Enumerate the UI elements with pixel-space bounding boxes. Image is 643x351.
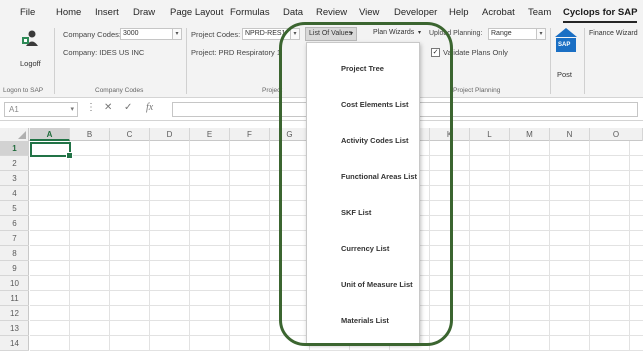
column-header-l[interactable]: L bbox=[470, 128, 510, 141]
active-cell-a1[interactable] bbox=[30, 142, 73, 159]
column-header-a[interactable]: A bbox=[30, 128, 70, 141]
menu-item-functional-areas-list[interactable]: Functional Areas List bbox=[307, 159, 419, 195]
row-header-13[interactable]: 13 bbox=[0, 321, 29, 336]
company-codes-select[interactable]: 3000 ▾ bbox=[120, 28, 182, 40]
row-header-5[interactable]: 5 bbox=[0, 201, 29, 216]
company-name-text: Company: IDES US INC bbox=[63, 48, 145, 57]
validate-plans-checkbox[interactable]: ✓ bbox=[431, 48, 440, 57]
row-header-11[interactable]: 11 bbox=[0, 291, 29, 306]
project-codes-select[interactable]: NPRD-RES1 ▾ bbox=[242, 28, 300, 40]
project-group-label: Project bbox=[262, 87, 283, 94]
project-name-text: Project: PRD Respiratory 1 bbox=[191, 48, 282, 57]
company-codes-value: 3000 bbox=[123, 30, 139, 37]
tab-page-layout[interactable]: Page Layout bbox=[170, 7, 223, 18]
sap-post-icon bbox=[555, 28, 577, 52]
tab-cyclops-for-sap[interactable]: Cyclops for SAP bbox=[563, 7, 638, 23]
row-header-6[interactable]: 6 bbox=[0, 216, 29, 231]
group-divider bbox=[584, 28, 585, 94]
name-box-value: A1 bbox=[9, 105, 19, 114]
company-group-label: Company Codes bbox=[95, 87, 144, 94]
list-of-values-menu: Project Tree Cost Elements List Activity… bbox=[306, 42, 420, 344]
upload-planning-label: Upload Planning: bbox=[429, 30, 483, 37]
list-of-values-button[interactable]: List Of Values ▾ bbox=[305, 27, 357, 41]
row-header-9[interactable]: 9 bbox=[0, 261, 29, 276]
column-header-m[interactable]: M bbox=[510, 128, 550, 141]
company-codes-label: Company Codes: bbox=[63, 30, 121, 39]
menu-item-project-tree[interactable]: Project Tree bbox=[307, 51, 419, 87]
row-header-4[interactable]: 4 bbox=[0, 186, 29, 201]
logon-group-label: Logon to SAP bbox=[3, 87, 44, 94]
menu-item-unit-of-measure-list[interactable]: Unit of Measure List bbox=[307, 267, 419, 303]
row-header-2[interactable]: 2 bbox=[0, 156, 29, 171]
row-header-12[interactable]: 12 bbox=[0, 306, 29, 321]
menu-item-cost-elements-list[interactable]: Cost Elements List bbox=[307, 87, 419, 123]
tab-help[interactable]: Help bbox=[449, 7, 469, 18]
plan-wizards-button[interactable]: Plan Wizards ▾ bbox=[370, 27, 426, 41]
tab-insert[interactable]: Insert bbox=[95, 7, 119, 18]
ribbon-tab-bar: File Home Insert Draw Page Layout Formul… bbox=[0, 0, 643, 24]
column-header-d[interactable]: D bbox=[150, 128, 190, 141]
column-header-o[interactable]: O bbox=[590, 128, 643, 141]
cancel-icon[interactable]: ✕ bbox=[104, 102, 112, 113]
row-header-14[interactable]: 14 bbox=[0, 336, 29, 351]
more-icon: ⋮ bbox=[86, 102, 96, 113]
column-header-e[interactable]: E bbox=[190, 128, 230, 141]
post-button[interactable]: SAP Post bbox=[554, 28, 578, 79]
tab-review[interactable]: Review bbox=[316, 7, 347, 18]
upload-planning-select[interactable]: Range ▾ bbox=[488, 28, 546, 40]
project-codes-value: NPRD-RES1 bbox=[245, 30, 286, 37]
enter-check-icon[interactable]: ✓ bbox=[124, 102, 132, 113]
menu-item-skf-list[interactable]: SKF List bbox=[307, 195, 419, 231]
menu-item-activity-codes-list[interactable]: Activity Codes List bbox=[307, 123, 419, 159]
logoff-button[interactable]: Logoff bbox=[12, 28, 46, 72]
tab-team[interactable]: Team bbox=[528, 7, 551, 18]
chevron-down-icon: ▾ bbox=[290, 29, 299, 39]
row-header-10[interactable]: 10 bbox=[0, 276, 29, 291]
post-label: Post bbox=[557, 70, 573, 79]
column-header-k[interactable]: K bbox=[430, 128, 470, 141]
row-header-7[interactable]: 7 bbox=[0, 231, 29, 246]
chevron-down-icon: ▾ bbox=[70, 106, 74, 113]
column-header-g[interactable]: G bbox=[270, 128, 310, 141]
group-divider bbox=[54, 28, 55, 94]
chevron-down-icon: ▾ bbox=[350, 31, 354, 37]
name-box[interactable]: A1 ▾ bbox=[4, 102, 78, 117]
finance-wizard-button[interactable]: Finance Wizard bbox=[589, 30, 638, 37]
chevron-down-icon: ▾ bbox=[172, 29, 181, 39]
logoff-label: Logoff bbox=[20, 59, 41, 68]
validate-plans-label: Validate Plans Only bbox=[443, 48, 508, 57]
select-all-corner[interactable] bbox=[0, 128, 29, 141]
row-header-3[interactable]: 3 bbox=[0, 171, 29, 186]
sap-logo-text: SAP bbox=[558, 42, 571, 48]
column-header-n[interactable]: N bbox=[550, 128, 590, 141]
column-header-f[interactable]: F bbox=[230, 128, 270, 141]
plan-wizards-label: Plan Wizards bbox=[373, 29, 415, 36]
insert-function-icon[interactable]: fx bbox=[146, 102, 153, 113]
column-header-c[interactable]: C bbox=[110, 128, 150, 141]
chevron-down-icon: ▾ bbox=[536, 29, 545, 39]
tab-file[interactable]: File bbox=[20, 7, 35, 18]
tab-acrobat[interactable]: Acrobat bbox=[482, 7, 515, 18]
tab-home[interactable]: Home bbox=[56, 7, 81, 18]
tab-draw[interactable]: Draw bbox=[133, 7, 155, 18]
project-codes-label: Project Codes: bbox=[191, 30, 241, 39]
tab-formulas[interactable]: Formulas bbox=[230, 7, 270, 18]
row-header-bar: 1 2 3 4 5 6 7 8 9 10 11 12 13 14 bbox=[0, 141, 29, 351]
menu-item-currency-list[interactable]: Currency List bbox=[307, 231, 419, 267]
chevron-down-icon: ▾ bbox=[418, 30, 422, 36]
row-header-8[interactable]: 8 bbox=[0, 246, 29, 261]
column-header-b[interactable]: B bbox=[70, 128, 110, 141]
project-planning-group-label: Project Planning bbox=[453, 87, 501, 94]
tab-data[interactable]: Data bbox=[283, 7, 303, 18]
user-key-icon bbox=[22, 30, 38, 46]
menu-item-materials-list[interactable]: Materials List bbox=[307, 303, 419, 339]
group-divider bbox=[550, 28, 551, 94]
row-header-1[interactable]: 1 bbox=[0, 141, 29, 156]
list-of-values-label: List Of Values bbox=[309, 30, 353, 37]
tab-view[interactable]: View bbox=[359, 7, 379, 18]
upload-planning-value: Range bbox=[491, 30, 512, 37]
tab-developer[interactable]: Developer bbox=[394, 7, 437, 18]
group-divider bbox=[186, 28, 187, 94]
